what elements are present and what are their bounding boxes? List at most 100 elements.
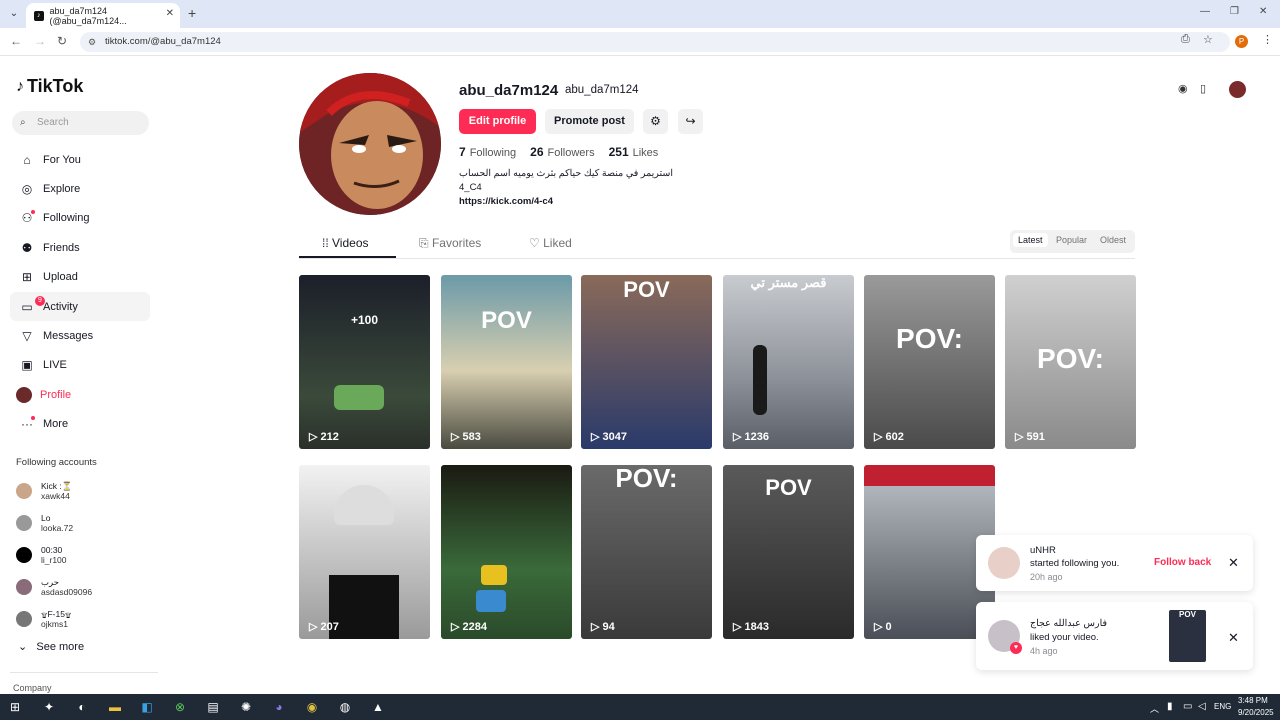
maximize-icon[interactable]: ❐ xyxy=(1230,6,1239,17)
nav-profile[interactable]: Profile xyxy=(10,380,150,409)
copilot-icon[interactable]: ✦ xyxy=(40,698,58,716)
avatar xyxy=(16,579,32,595)
list-item[interactable]: 00:30 li_r100 xyxy=(16,539,151,571)
install-app-icon[interactable]: ⎙ xyxy=(1181,33,1190,46)
browser-profile-avatar[interactable]: P xyxy=(1235,35,1248,48)
close-icon[interactable]: ✕ xyxy=(1228,630,1239,646)
video-card[interactable]: قصر مستر تي ▷ 1236 xyxy=(723,275,854,449)
profile-avatar[interactable] xyxy=(299,73,441,215)
app-icon[interactable]: ▲ xyxy=(369,698,387,716)
video-card[interactable]: +100 ▷ 212 xyxy=(299,275,430,449)
tab-videos[interactable]: ⁞⁞ Videos xyxy=(322,236,369,250)
browser-tab[interactable]: ♪ abu_da7m124 (@abu_da7m124... ✕ xyxy=(26,3,180,28)
minimize-icon[interactable]: — xyxy=(1200,6,1210,17)
volume-icon[interactable]: ◁ xyxy=(1198,701,1206,712)
close-window-icon[interactable]: ✕ xyxy=(1259,6,1267,17)
video-card[interactable]: POV ▷ 583 xyxy=(441,275,572,449)
tab-favorites[interactable]: ⎘ Favorites xyxy=(419,236,481,251)
grid-icon: ⁞⁞ xyxy=(322,236,329,250)
company-link[interactable]: Company xyxy=(13,683,52,693)
tab-liked[interactable]: ♡ Liked xyxy=(529,236,572,250)
battery-icon[interactable]: ▭ xyxy=(1183,701,1192,712)
steam-icon[interactable]: ✺ xyxy=(237,698,255,716)
clock-date[interactable]: 9/20/2025 xyxy=(1238,708,1274,717)
sort-latest[interactable]: Latest xyxy=(1013,233,1048,247)
profile-bio: استريمر في منصة كيك حياكم بثرث يوميه اسم… xyxy=(459,167,673,209)
nav-for-you[interactable]: ⌂ For You xyxy=(10,145,150,174)
nav-live[interactable]: ▣ LIVE xyxy=(10,351,150,380)
tiktok-logo[interactable]: ♪ TikTok xyxy=(16,76,83,97)
new-tab-icon[interactable]: + xyxy=(188,5,196,21)
discord-icon[interactable]: ◕ xyxy=(270,698,288,716)
video-card[interactable]: POV ▷ 1843 xyxy=(723,465,854,639)
nav-label: Friends xyxy=(43,241,80,254)
outlook-icon[interactable]: ◧ xyxy=(138,698,156,716)
close-icon[interactable]: ✕ xyxy=(1228,555,1239,571)
avatar[interactable] xyxy=(1229,81,1246,98)
nav-upload[interactable]: ⊞ Upload xyxy=(10,263,150,292)
search-input[interactable]: ⌕ Search xyxy=(12,111,149,135)
video-card[interactable]: POV: ▷ 602 xyxy=(864,275,995,449)
tray-chevron-icon[interactable]: ︿ xyxy=(1150,702,1159,715)
nav-explore[interactable]: ◎ Explore xyxy=(10,174,150,203)
tab-search-icon[interactable]: ⌄ xyxy=(6,6,22,22)
clock-time[interactable]: 3:48 PM xyxy=(1238,696,1268,705)
video-card[interactable]: POV ▷ 3047 xyxy=(581,275,712,449)
windows-start-icon[interactable]: ⊞ xyxy=(6,698,24,716)
settings-gear-icon[interactable]: ⚙ xyxy=(643,109,668,134)
bio-link[interactable]: https://kick.com/4-c4 xyxy=(459,195,673,209)
forward-icon[interactable]: → xyxy=(34,34,46,48)
view-count-value: 3047 xyxy=(602,431,627,443)
list-item[interactable]: Lo looka.72 xyxy=(16,507,151,539)
nav-more[interactable]: ··· More xyxy=(10,410,150,439)
avatar-illustration xyxy=(299,73,441,215)
edge-icon[interactable]: ◐ xyxy=(73,698,91,716)
avatar xyxy=(16,611,32,627)
language-indicator[interactable]: ENG xyxy=(1214,702,1231,711)
list-item[interactable]: Kick :⏳ xawk44 xyxy=(16,475,151,507)
video-thumbnail-car xyxy=(334,385,384,410)
bookmark-icon: ⎘ xyxy=(419,236,429,250)
follow-back-button[interactable]: Follow back xyxy=(1154,557,1211,568)
account-name: Kick :⏳ xyxy=(41,480,73,491)
close-tab-icon[interactable]: ✕ xyxy=(166,8,174,19)
followers-stat[interactable]: 26 Followers xyxy=(530,145,594,159)
liked-video-thumbnail[interactable]: POV xyxy=(1169,610,1206,662)
notification-user: فارس عبدالله عجاج xyxy=(1030,618,1108,629)
nav-activity[interactable]: ▭ 9 Activity xyxy=(10,291,150,322)
see-more-button[interactable]: ⌄ See more xyxy=(18,640,84,653)
sort-oldest[interactable]: Oldest xyxy=(1100,235,1126,245)
store-icon[interactable]: ▤ xyxy=(204,698,222,716)
edit-profile-button[interactable]: Edit profile xyxy=(459,109,536,134)
coins-icon[interactable]: ◉ xyxy=(1178,82,1188,95)
video-card[interactable]: ▷ 2284 xyxy=(441,465,572,639)
sidebar-nav: ⌂ For You ◎ Explore ⚇ Following ⚉ Friends ⊞ U… xyxy=(10,145,150,439)
browser-menu-icon[interactable]: ⋮ xyxy=(1262,33,1273,46)
video-card[interactable]: ▷ 207 xyxy=(299,465,430,639)
nav-following[interactable]: ⚇ Following xyxy=(10,204,150,233)
mic-icon[interactable]: ▮ xyxy=(1167,701,1173,712)
nav-messages[interactable]: ▽ Messages xyxy=(10,321,150,350)
following-stat[interactable]: 7 Following xyxy=(459,145,516,159)
video-card[interactable]: POV: ▷ 94 xyxy=(581,465,712,639)
device-icon[interactable]: ▯ xyxy=(1200,82,1206,95)
xbox-icon[interactable]: ⊗ xyxy=(171,698,189,716)
back-icon[interactable]: ← xyxy=(10,34,22,48)
promote-post-button[interactable]: Promote post xyxy=(545,109,634,134)
avatar xyxy=(16,515,32,531)
file-explorer-icon[interactable]: ▬ xyxy=(106,698,124,716)
list-item[interactable]: ۩F-15۩ ojkms1 xyxy=(16,603,151,635)
reload-icon[interactable]: ↻ xyxy=(57,34,67,48)
url-bar[interactable]: ⚙ tiktok.com/@abu_da7m124 xyxy=(80,32,1230,52)
account-handle: xawk44 xyxy=(41,491,70,501)
obs-icon[interactable]: ◍ xyxy=(336,698,354,716)
video-card[interactable]: POV: ▷ 591 xyxy=(1005,275,1136,449)
chrome-icon[interactable]: ◉ xyxy=(303,698,321,716)
list-item[interactable]: حرب asdasd09096 xyxy=(16,571,151,603)
sort-popular[interactable]: Popular xyxy=(1056,235,1087,245)
site-info-icon[interactable]: ⚙ xyxy=(88,32,96,52)
nav-friends[interactable]: ⚉ Friends xyxy=(10,233,150,262)
bookmark-star-icon[interactable]: ☆ xyxy=(1203,33,1213,46)
share-icon[interactable]: ↪ xyxy=(678,109,703,134)
compass-icon: ◎ xyxy=(21,182,33,197)
